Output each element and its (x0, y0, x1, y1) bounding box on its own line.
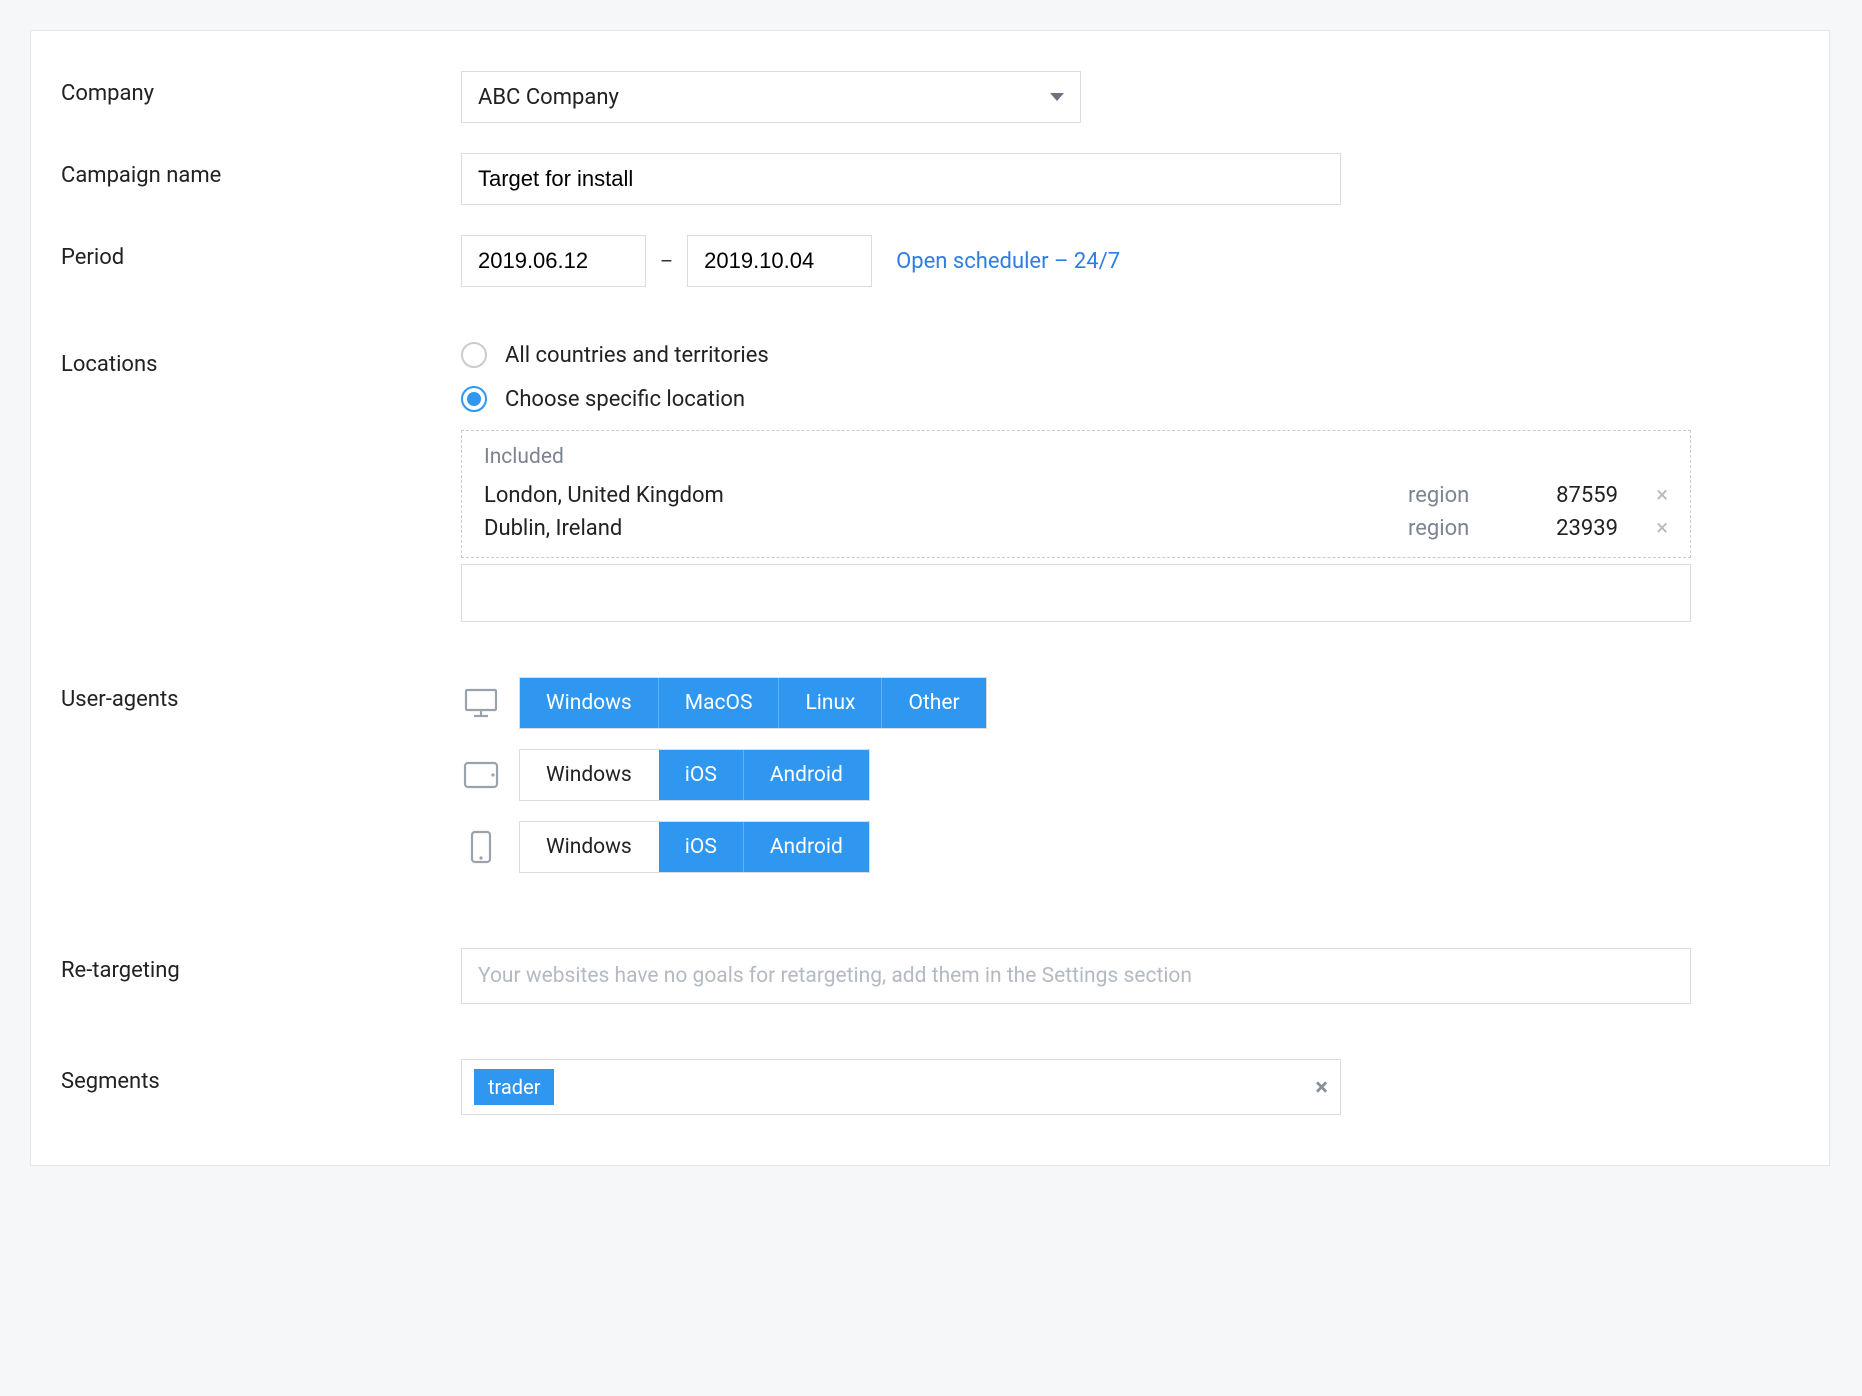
location-row: Dublin, Ireland region 23939 × (484, 512, 1668, 545)
tablet-icon (461, 761, 501, 789)
label-segments: Segments (61, 1059, 461, 1094)
label-company: Company (61, 71, 461, 106)
ua-row-mobile: Windows iOS Android (461, 821, 1799, 873)
location-count: 23939 (1528, 516, 1638, 541)
ua-mobile-group: Windows iOS Android (519, 821, 870, 873)
label-period: Period (61, 235, 461, 270)
row-company: Company ABC Company (61, 71, 1799, 123)
radio-dot-icon (467, 392, 481, 406)
field-user-agents: Windows MacOS Linux Other Windows iOS An… (461, 677, 1799, 893)
ua-desktop-group: Windows MacOS Linux Other (519, 677, 987, 729)
location-type: region (1408, 483, 1528, 508)
ua-row-desktop: Windows MacOS Linux Other (461, 677, 1799, 729)
ua-btn-windows-mobile[interactable]: Windows (520, 822, 659, 872)
radio-icon (461, 342, 487, 368)
field-retargeting: Your websites have no goals for retarget… (461, 948, 1799, 1004)
label-user-agents: User-agents (61, 677, 461, 712)
field-company: ABC Company (461, 71, 1799, 123)
ua-btn-other-desktop[interactable]: Other (882, 678, 985, 728)
locations-radio-specific[interactable]: Choose specific location (461, 386, 1799, 412)
form-card: Company ABC Company Campaign name Period… (30, 30, 1830, 1166)
close-icon[interactable]: × (1638, 483, 1668, 508)
desktop-icon (461, 688, 501, 718)
row-user-agents: User-agents Windows MacOS Linux Other (61, 677, 1799, 893)
chevron-down-icon (1050, 93, 1064, 101)
field-segments: trader × (461, 1059, 1799, 1115)
ua-btn-linux-desktop[interactable]: Linux (779, 678, 882, 728)
ua-btn-windows-tablet[interactable]: Windows (520, 750, 659, 800)
open-scheduler-link[interactable]: Open scheduler – 24/7 (896, 249, 1120, 274)
field-locations: All countries and territories Choose spe… (461, 342, 1799, 622)
location-type: region (1408, 516, 1528, 541)
location-row: London, United Kingdom region 87559 × (484, 479, 1668, 512)
locations-radio-all[interactable]: All countries and territories (461, 342, 1799, 368)
retargeting-input[interactable]: Your websites have no goals for retarget… (461, 948, 1691, 1004)
location-search-input[interactable] (461, 564, 1691, 622)
locations-included-label: Included (484, 445, 1668, 469)
campaign-name-input[interactable] (461, 153, 1341, 205)
ua-btn-android-mobile[interactable]: Android (744, 822, 869, 872)
locations-included-box: Included London, United Kingdom region 8… (461, 430, 1691, 558)
close-icon[interactable]: × (1638, 516, 1668, 541)
locations-radio-all-label: All countries and territories (505, 343, 769, 368)
location-count: 87559 (1528, 483, 1638, 508)
close-icon[interactable]: × (1315, 1073, 1328, 1101)
retargeting-placeholder: Your websites have no goals for retarget… (478, 964, 1192, 988)
ua-btn-ios-tablet[interactable]: iOS (659, 750, 744, 800)
field-period: – Open scheduler – 24/7 (461, 235, 1799, 287)
company-select-value: ABC Company (478, 85, 619, 110)
row-campaign-name: Campaign name (61, 153, 1799, 205)
row-period: Period – Open scheduler – 24/7 (61, 235, 1799, 287)
ua-row-tablet: Windows iOS Android (461, 749, 1799, 801)
mobile-icon (461, 830, 501, 864)
radio-icon-selected (461, 386, 487, 412)
ua-btn-macos-desktop[interactable]: MacOS (659, 678, 780, 728)
row-locations: Locations All countries and territories … (61, 342, 1799, 622)
ua-tablet-group: Windows iOS Android (519, 749, 870, 801)
row-segments: Segments trader × (61, 1059, 1799, 1115)
label-locations: Locations (61, 342, 461, 377)
label-campaign-name: Campaign name (61, 153, 461, 188)
period-end-input[interactable] (687, 235, 872, 287)
ua-btn-android-tablet[interactable]: Android (744, 750, 869, 800)
ua-btn-windows-desktop[interactable]: Windows (520, 678, 659, 728)
locations-radio-specific-label: Choose specific location (505, 387, 745, 412)
period-wrap: – Open scheduler – 24/7 (461, 235, 1799, 287)
period-start-input[interactable] (461, 235, 646, 287)
segment-tag[interactable]: trader (474, 1069, 554, 1105)
label-retargeting: Re-targeting (61, 948, 461, 983)
segments-input[interactable]: trader × (461, 1059, 1341, 1115)
period-dash: – (660, 249, 673, 273)
ua-btn-ios-mobile[interactable]: iOS (659, 822, 744, 872)
row-retargeting: Re-targeting Your websites have no goals… (61, 948, 1799, 1004)
location-name: Dublin, Ireland (484, 516, 1408, 541)
location-name: London, United Kingdom (484, 483, 1408, 508)
company-select[interactable]: ABC Company (461, 71, 1081, 123)
field-campaign-name (461, 153, 1799, 205)
